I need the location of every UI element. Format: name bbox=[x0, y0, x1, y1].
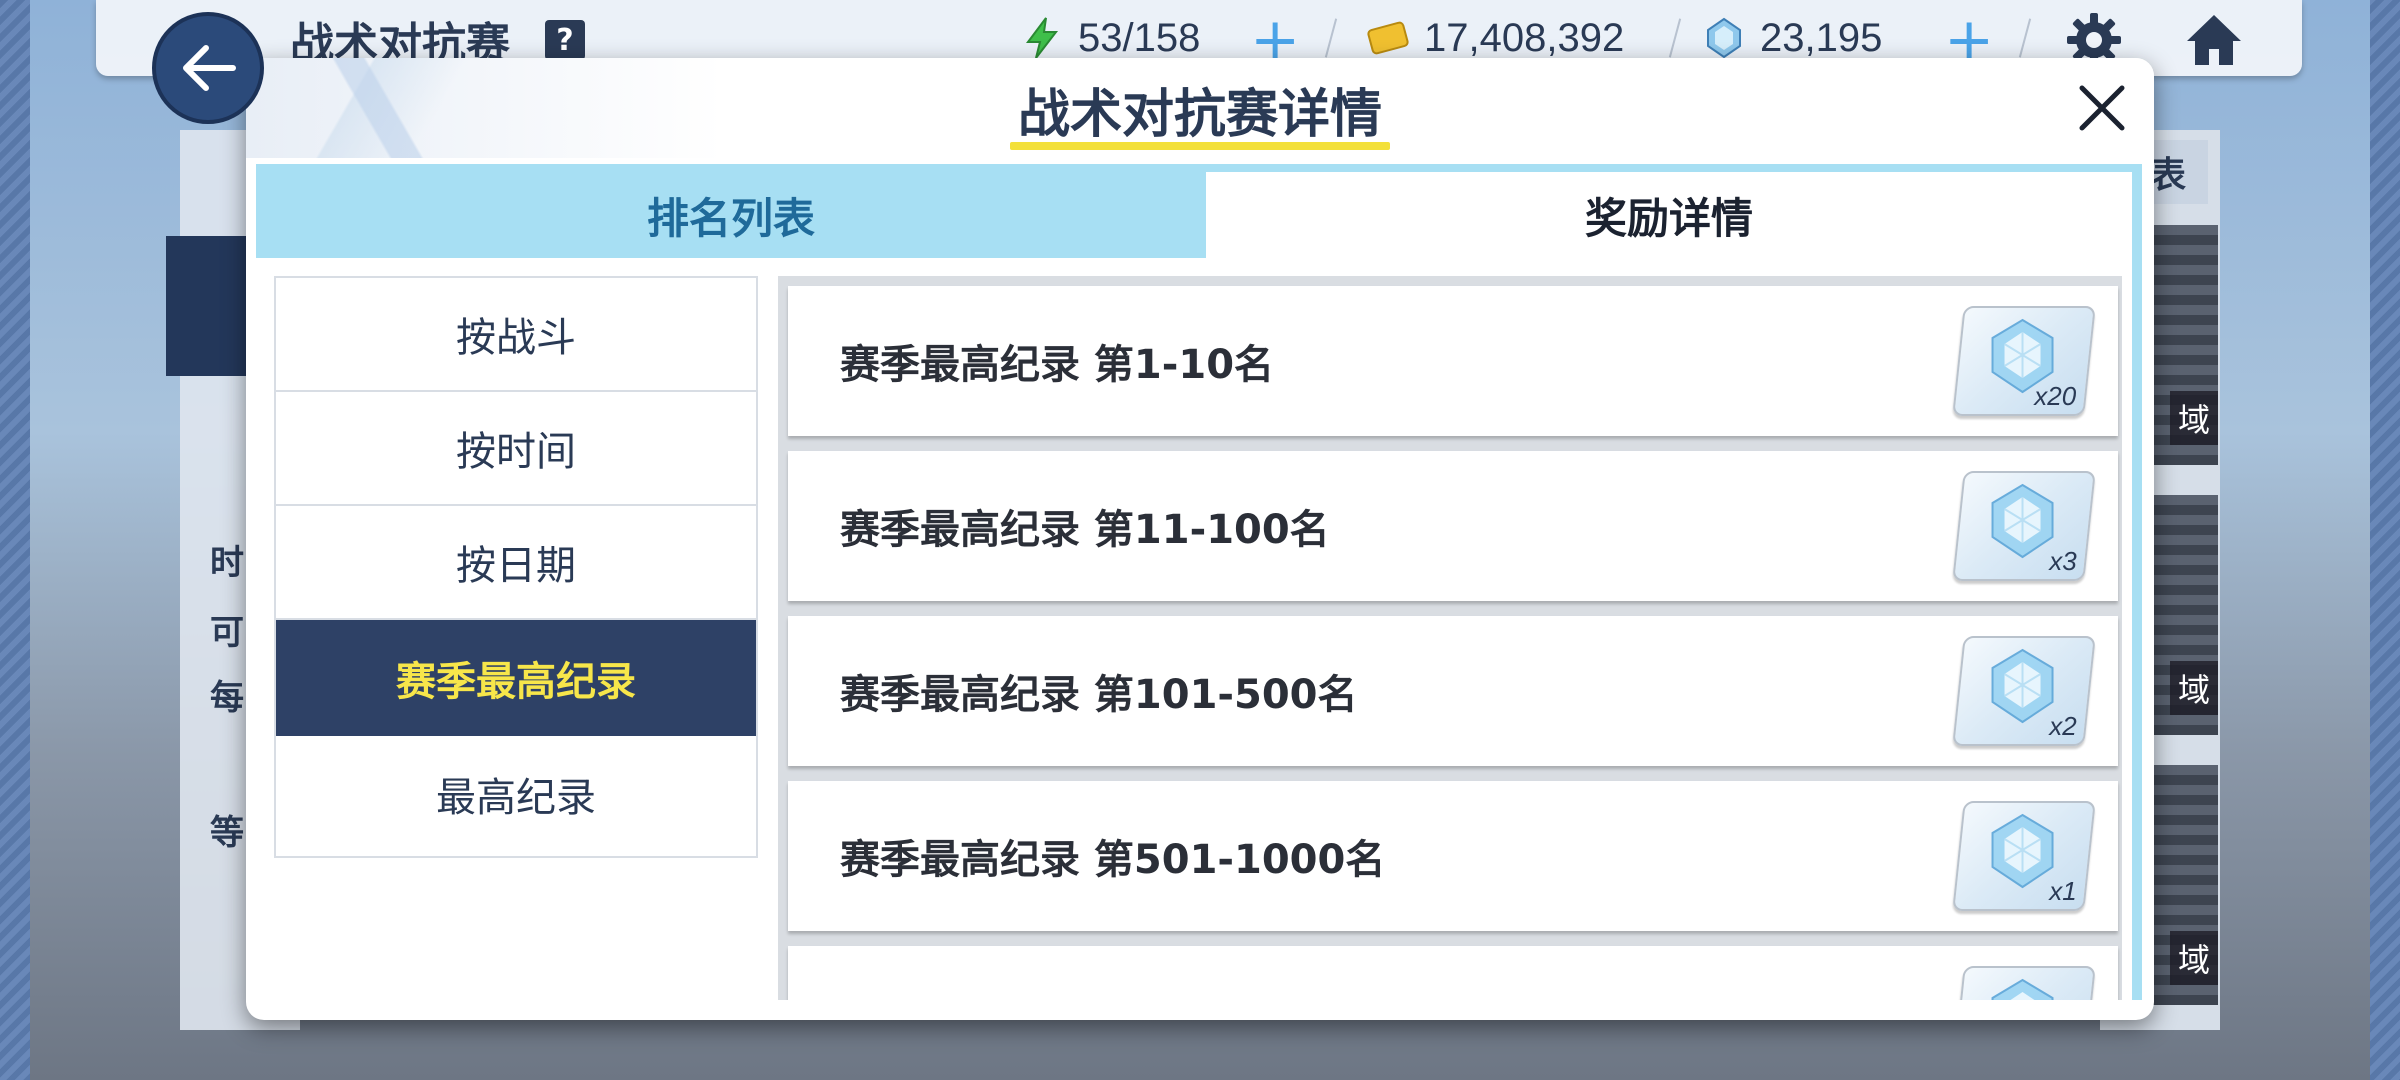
reward-item[interactable]: x2 bbox=[1952, 636, 2096, 746]
reward-row: 赛季最高纪录 第1-10名 x20 bbox=[788, 286, 2118, 436]
reward-label: 赛季最高纪录 第1-10名 bbox=[840, 342, 1275, 388]
sort-list: 按战斗 按时间 按日期 赛季最高纪录 最高纪录 bbox=[274, 276, 758, 858]
home-button[interactable] bbox=[2182, 8, 2246, 72]
reward-count: x1 bbox=[2048, 876, 2077, 906]
gems-display: 23,195 bbox=[1702, 12, 1882, 64]
reward-item[interactable]: x20 bbox=[1952, 306, 2096, 416]
stamina-display: 53/158 bbox=[1020, 12, 1200, 64]
stamina-value: 53/158 bbox=[1078, 15, 1201, 60]
close-button[interactable] bbox=[2070, 76, 2134, 140]
background-side-text: 可 bbox=[210, 613, 244, 653]
gems-value: 23,195 bbox=[1760, 15, 1883, 60]
background-side-text: 时 bbox=[210, 543, 244, 583]
help-icon[interactable]: ? bbox=[545, 20, 585, 60]
sort-item-date[interactable]: 按日期 bbox=[276, 506, 756, 620]
reward-count: x2 bbox=[2048, 711, 2077, 741]
tab-ranking[interactable]: 排名列表 bbox=[256, 172, 1206, 258]
back-button[interactable] bbox=[152, 12, 264, 124]
back-arrow-icon bbox=[183, 45, 236, 91]
credits-display: 17,408,392 bbox=[1366, 12, 1624, 64]
sort-item-time[interactable]: 按时间 bbox=[276, 392, 756, 506]
close-icon bbox=[2079, 85, 2125, 131]
lightning-icon bbox=[1026, 17, 1059, 59]
reward-row bbox=[788, 946, 2118, 1000]
reward-label: 赛季最高纪录 第101-500名 bbox=[840, 672, 1358, 718]
tab-container: 排名列表 奖励详情 按战斗 按时间 按日期 赛季最高纪录 最高纪录 赛季最高纪录… bbox=[256, 164, 2142, 1000]
reward-label: 赛季最高纪录 第11-100名 bbox=[840, 507, 1330, 553]
sort-item-season-best[interactable]: 赛季最高纪录 bbox=[276, 620, 756, 736]
credit-card-icon bbox=[1367, 21, 1409, 55]
tab-reward[interactable]: 奖励详情 bbox=[1206, 172, 2132, 258]
reward-list[interactable]: 赛季最高纪录 第1-10名 x20 赛季最高纪录 第11-100名 x3 赛季最… bbox=[778, 276, 2122, 1000]
detail-modal: 战术对抗赛详情 排名列表 奖励详情 按战斗 按时间 按日期 赛季最高纪录 最高纪… bbox=[246, 58, 2154, 1020]
reward-count: x20 bbox=[2034, 381, 2077, 411]
credits-value: 17,408,392 bbox=[1424, 15, 1625, 60]
tile-tag: 域 bbox=[2169, 661, 2218, 715]
tile-tag: 域 bbox=[2169, 391, 2218, 445]
sort-item-best[interactable]: 最高纪录 bbox=[276, 736, 756, 852]
tile-tag: 域 bbox=[2169, 931, 2218, 985]
reward-label: 赛季最高纪录 第501-1000名 bbox=[840, 837, 1386, 883]
reward-row: 赛季最高纪录 第101-500名 x2 bbox=[788, 616, 2118, 766]
tab-content: 按战斗 按时间 按日期 赛季最高纪录 最高纪录 赛季最高纪录 第1-10名 x2 bbox=[256, 258, 2132, 1000]
sort-item-battle[interactable]: 按战斗 bbox=[276, 278, 756, 392]
reward-count: x3 bbox=[2048, 546, 2077, 576]
reward-row: 赛季最高纪录 第501-1000名 x1 bbox=[788, 781, 2118, 931]
home-icon bbox=[2187, 15, 2241, 65]
gem-icon bbox=[1707, 17, 1741, 59]
reward-item[interactable]: x3 bbox=[1952, 471, 2096, 581]
reward-item[interactable] bbox=[1952, 966, 2096, 1000]
background-side-text: 每 bbox=[210, 678, 244, 718]
modal-title: 战术对抗赛详情 bbox=[1017, 85, 1382, 145]
reward-item[interactable]: x1 bbox=[1952, 801, 2096, 911]
background-side-text: 等 bbox=[210, 813, 244, 853]
pyroxene-gem-icon bbox=[1991, 978, 2054, 1000]
reward-row: 赛季最高纪录 第11-100名 x3 bbox=[788, 451, 2118, 601]
modal-header: 战术对抗赛详情 bbox=[246, 58, 2154, 158]
